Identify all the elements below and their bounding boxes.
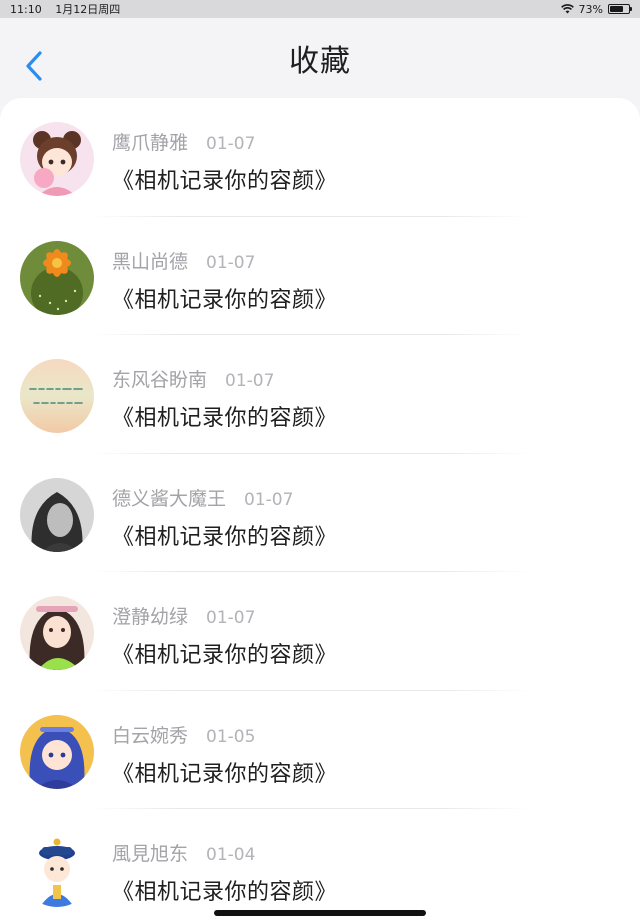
- item-text: 澄静幼绿 01-07 《相机记录你的容颜》: [112, 596, 337, 669]
- item-date: 01-04: [206, 845, 256, 865]
- item-date: 01-05: [206, 726, 256, 747]
- battery-icon: [608, 4, 632, 14]
- item-text: 鹰爪静雅 01-07 《相机记录你的容颜》: [112, 122, 337, 195]
- anime-girl-avatar: [20, 122, 94, 196]
- back-button[interactable]: [20, 48, 48, 84]
- item-title: 《相机记录你的容颜》: [112, 287, 338, 313]
- girl-green-shirt-avatar: [20, 596, 94, 670]
- chevron-left-icon: [26, 51, 42, 81]
- item-text: 風見旭东 01-04 《相机记录你的容颜》: [112, 833, 337, 906]
- list-item[interactable]: 風見旭东 01-04 《相机记录你的容颜》: [0, 809, 640, 921]
- avatar: [20, 833, 94, 907]
- wifi-icon: [560, 4, 574, 14]
- cactus-flower-avatar: [20, 240, 94, 315]
- list-item[interactable]: 黑山尚德 01-07 《相机记录你的容颜》: [0, 217, 640, 336]
- item-meta: 德义酱大魔王 01-07: [112, 484, 337, 511]
- item-text: 黑山尚德 01-07 《相机记录你的容颜》: [112, 241, 337, 314]
- status-date: 1月12日周四: [55, 3, 121, 16]
- list-item[interactable]: 白云婉秀 01-05 《相机记录你的容颜》: [0, 691, 640, 810]
- item-text: 白云婉秀 01-05 《相机记录你的容颜》: [112, 715, 337, 788]
- author-name: 东风谷盼南: [112, 369, 208, 391]
- item-title: 《相机记录你的容颜》: [112, 169, 338, 194]
- item-title: 《相机记录你的容颜》: [112, 524, 338, 550]
- item-title: 《相机记录你的容颜》: [112, 643, 338, 668]
- author-name: 鹰爪静雅: [112, 132, 189, 154]
- status-left: 11:10 1月12日周四: [10, 1, 130, 17]
- author-name: 黑山尚德: [112, 250, 189, 273]
- avatar: [20, 122, 94, 196]
- avatar: [20, 477, 94, 552]
- status-time: 11:10: [10, 3, 42, 16]
- list-item[interactable]: 鹰爪静雅 01-07 《相机记录你的容颜》: [0, 98, 640, 217]
- status-bar: 11:10 1月12日周四 73%: [0, 0, 640, 18]
- header: 收藏: [0, 18, 640, 98]
- list-item[interactable]: 德义酱大魔王 01-07 《相机记录你的容颜》: [0, 454, 640, 573]
- item-date: 01-07: [225, 371, 275, 391]
- status-right: 73%: [560, 2, 632, 16]
- item-meta: 白云婉秀 01-05: [112, 721, 337, 748]
- item-meta: 东风谷盼南 01-07: [112, 365, 337, 392]
- author-name: 澄静幼绿: [112, 606, 189, 628]
- calligraphy-avatar: [20, 359, 94, 433]
- author-name: 白云婉秀: [112, 724, 189, 747]
- item-date: 01-07: [244, 489, 294, 510]
- favorites-list: 鹰爪静雅 01-07 《相机记录你的容颜》 黑山尚德 01-07 《相机记录你的…: [0, 98, 640, 921]
- avatar: [20, 240, 94, 315]
- item-text: 德义酱大魔王 01-07 《相机记录你的容颜》: [112, 478, 337, 551]
- list-item[interactable]: 澄静幼绿 01-07 《相机记录你的容颜》: [0, 572, 640, 691]
- item-title: 《相机记录你的容颜》: [112, 761, 338, 787]
- list-item[interactable]: 东风谷盼南 01-07 《相机记录你的容颜》: [0, 335, 640, 454]
- author-name: 德义酱大魔王: [112, 487, 227, 510]
- item-meta: 鹰爪静雅 01-07: [112, 128, 337, 155]
- avatar: [20, 714, 94, 789]
- battery-percent: 73%: [578, 2, 603, 16]
- author-name: 風見旭东: [112, 843, 189, 865]
- item-date: 01-07: [206, 608, 256, 628]
- qing-official-cartoon-avatar: [20, 833, 94, 907]
- item-meta: 澄静幼绿 01-07: [112, 602, 337, 629]
- home-indicator[interactable]: [214, 910, 426, 916]
- item-text: 东风谷盼南 01-07 《相机记录你的容颜》: [112, 359, 337, 432]
- battery-level: [610, 6, 624, 12]
- avatar: [20, 359, 94, 433]
- monochrome-portrait-avatar: [20, 477, 94, 552]
- page-title: 收藏: [289, 44, 351, 79]
- item-title: 《相机记录你的容颜》: [112, 406, 338, 431]
- item-title: 《相机记录你的容颜》: [112, 880, 338, 905]
- item-meta: 黑山尚德 01-07: [112, 247, 337, 274]
- avatar: [20, 596, 94, 670]
- blue-hair-character-avatar: [20, 714, 94, 789]
- item-date: 01-07: [206, 252, 256, 273]
- item-meta: 風見旭东 01-04: [112, 839, 337, 866]
- item-date: 01-07: [206, 134, 256, 154]
